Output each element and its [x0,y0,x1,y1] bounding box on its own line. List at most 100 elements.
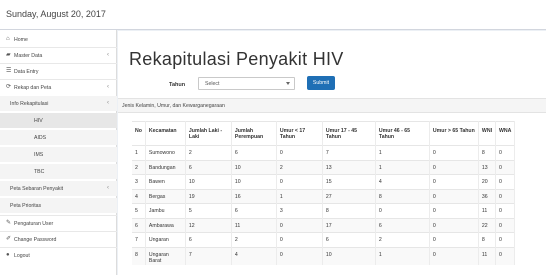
sidebar-item-logout[interactable]: ● Logout [0,248,117,263]
table-cell: 10 [231,159,277,175]
database-icon: ▰ [6,52,11,58]
table-cell: Ungaran Barat [145,246,186,265]
table-cell: 4 [375,174,430,189]
table-cell: 1 [132,145,146,160]
column-header: Umur < 17 Tahun [276,121,323,146]
table-cell: 10 [185,174,232,189]
table-cell: 0 [495,145,516,160]
table-cell: 2 [276,159,323,175]
table-cell: 8 [322,203,376,218]
edit-icon: ✐ [6,236,12,242]
sidebar-item-label: Rekap dan Peta [14,85,52,91]
table-cell: 0 [495,246,516,265]
sidebar-item-change-password[interactable]: ✐ Change Password [0,232,117,247]
table-cell: 7 [132,232,146,247]
column-header: Jumlah Laki - Laki [185,121,232,146]
table-cell: 0 [429,217,479,233]
table-cell: 0 [276,217,323,233]
sidebar-item-master-data[interactable]: ▰ Master Data ‹ [0,48,117,63]
table-row: 2 Bandungan 6 10 2 13 1 0 13 0 [132,159,516,175]
main-content: Rekapitulasi Penyakit HIV Tahun Select S… [118,31,546,275]
chevron-left-icon: ‹ [107,84,109,90]
sidebar-item-home[interactable]: ⌂ Home [0,32,117,47]
table-cell: 16 [231,188,277,204]
table-cell: 6 [375,217,430,233]
table-cell: 8 [375,188,430,204]
sidebar-item-data-entry[interactable]: ☰ Data Entry [0,64,117,79]
table-cell: 6 [185,159,232,175]
panel-title: Jenis Kelamin, Umur, dan Kewarganegaraan [122,103,225,109]
table-cell: 5 [185,203,232,218]
table-cell: 2 [132,159,146,175]
column-header: Jumlah Perempuan [231,121,277,146]
table-cell: Sumowono [145,145,186,160]
chevron-left-icon: ‹ [107,52,109,58]
table-cell: 8 [478,232,497,247]
column-header: Kecamatan [145,121,186,146]
sidebar-item-hiv[interactable]: HIV [0,113,117,128]
table-cell: 0 [495,232,516,247]
sidebar-item-label: Change Password [14,237,57,243]
table-cell: 3 [276,203,323,218]
table-cell: 6 [231,203,277,218]
table-cell: 11 [231,217,277,233]
table-cell: 2 [375,232,430,247]
table-cell: 0 [375,203,430,218]
table-cell: 0 [429,246,479,265]
panel-header: Jenis Kelamin, Umur, dan Kewarganegaraan [118,99,546,113]
table-cell: 7 [322,145,376,160]
table-cell: 0 [276,145,323,160]
wrench-icon: ✎ [6,220,12,226]
table-cell: 6 [185,232,232,247]
table-cell: 27 [322,188,376,204]
sidebar-item-info-rekapitulasi[interactable]: Info Rekapitulasi ‹ [0,96,117,111]
table-cell: 8 [132,246,146,265]
chevron-left-icon: ‹ [107,185,109,191]
column-header: Umur > 65 Tahun [429,121,479,146]
table-cell: 1 [375,246,430,265]
table-cell: 0 [276,174,323,189]
sidebar-item-rekap-dan-peta[interactable]: ⟳ Rekap dan Peta ‹ [0,80,117,95]
sidebar-item-label: Info Rekapitulasi [10,101,49,107]
table-cell: 0 [429,174,479,189]
sidebar-item-pengaturan-user[interactable]: ✎ Pengaturan User [0,216,117,231]
table-cell: 6 [231,145,277,160]
table-cell: Jambu [145,203,186,218]
sidebar-item-ims[interactable]: IMS [0,147,117,162]
table-cell: 15 [322,174,376,189]
column-header: Umur 17 - 45 Tahun [322,121,376,146]
sidebar-item-label: TBC [34,169,45,175]
sidebar-item-tbc[interactable]: TBC [0,164,117,179]
sidebar-item-aids[interactable]: AIDS [0,130,117,145]
table-cell: 8 [478,145,497,160]
column-header: WNI [478,121,497,146]
table-cell: 4 [132,188,146,204]
table-cell: 0 [429,203,479,218]
table-cell: 11 [478,246,497,265]
refresh-icon: ⟳ [6,84,12,90]
table-cell: 13 [478,159,497,175]
column-header: WNA [495,121,516,146]
table-cell: 3 [132,174,146,189]
table-cell: 0 [495,203,516,218]
page-title: Rekapitulasi Penyakit HIV [129,49,344,69]
table-row: 5 Jambu 5 6 3 8 0 0 11 0 [132,203,516,218]
table-cell: 10 [231,174,277,189]
list-icon: ☰ [6,68,12,74]
table-cell: 5 [132,203,146,218]
table-cell: 20 [478,174,497,189]
submit-button[interactable]: Submit [307,76,335,90]
table-cell: 1 [276,188,323,204]
table-cell: 19 [185,188,232,204]
sidebar-item-peta-sebaran-penyakit[interactable]: Peta Sebaran Penyakit ‹ [0,181,117,196]
sidebar-item-peta-prioritas[interactable]: Peta Prioritas [0,198,117,213]
table-cell: 10 [322,246,376,265]
table-cell: 13 [322,159,376,175]
caret-down-icon [286,82,290,85]
table-cell: 0 [495,188,516,204]
table-row: 3 Bawen 10 10 0 15 4 0 20 0 [132,174,516,189]
year-select[interactable]: Select [198,77,295,90]
table-row: 6 Ambarawa 12 11 0 17 6 0 22 0 [132,217,516,233]
table-cell: 0 [495,159,516,175]
table-cell: Ungaran [145,232,186,247]
